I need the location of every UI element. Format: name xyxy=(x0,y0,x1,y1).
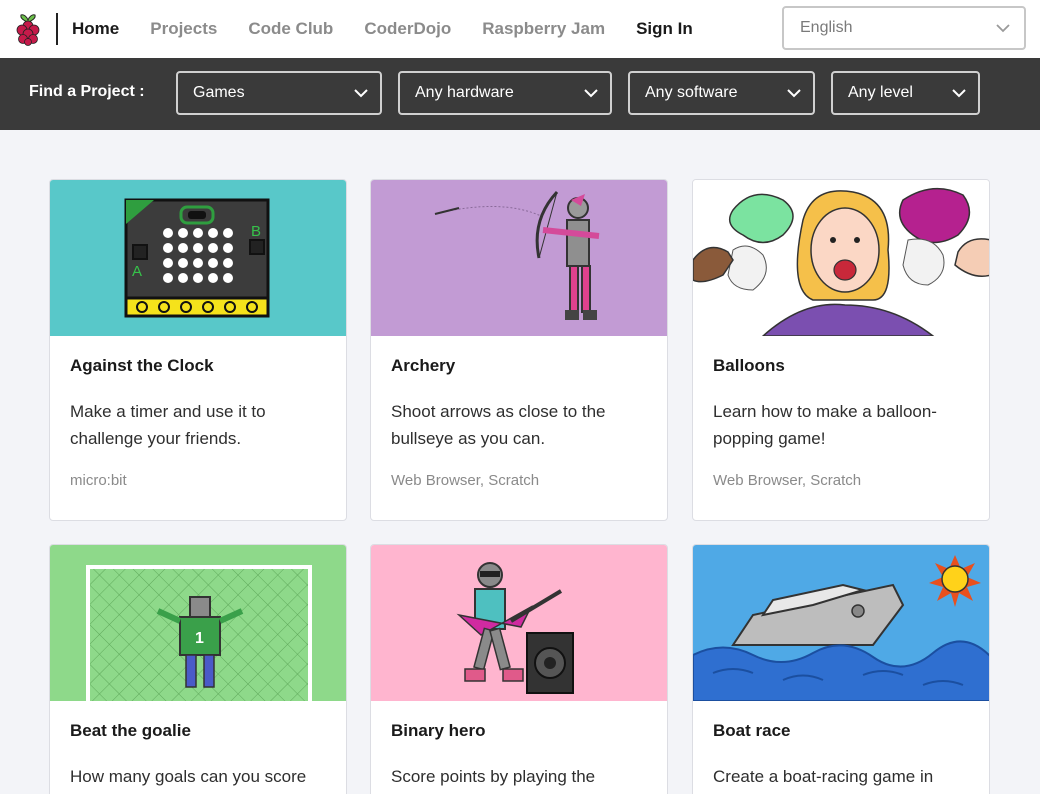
svg-text:B: B xyxy=(251,223,261,240)
binary-hero-thumbnail xyxy=(371,545,667,701)
category-filter-select[interactable]: Games xyxy=(176,71,382,115)
nav-projects-link[interactable]: Projects xyxy=(150,19,217,39)
project-card-archery[interactable]: Archery Shoot arrows as close to the bul… xyxy=(370,179,668,521)
category-filter-value: Games xyxy=(193,84,245,101)
against-the-clock-thumbnail: A B xyxy=(50,180,346,336)
project-card-against-the-clock[interactable]: A B Against the Clock Make a timer and u… xyxy=(49,179,347,521)
find-project-label: Find a Project : xyxy=(29,83,145,100)
project-description: Create a boat-racing game in xyxy=(713,767,934,786)
raspberry-pi-logo[interactable] xyxy=(0,0,56,58)
project-description: Learn how to make a balloon-popping game… xyxy=(713,402,937,448)
filter-bar: Find a Project : Games Any hardware Any … xyxy=(0,58,1040,130)
nav-home-link[interactable]: Home xyxy=(72,19,119,39)
chevron-down-icon xyxy=(584,88,598,98)
nav-raspberry-jam-link[interactable]: Raspberry Jam xyxy=(482,19,605,39)
chevron-down-icon xyxy=(996,23,1010,33)
nav-divider xyxy=(56,13,58,45)
archery-thumbnail xyxy=(371,180,667,336)
project-title[interactable]: Binary hero xyxy=(391,721,647,741)
chevron-down-icon xyxy=(952,88,966,98)
project-tags: micro:bit xyxy=(70,472,127,489)
boat-race-thumbnail xyxy=(693,545,989,701)
project-card-boat-race[interactable]: Boat race Create a boat-racing game in xyxy=(692,544,990,794)
project-description: How many goals can you score xyxy=(70,767,307,786)
level-filter-value: Any level xyxy=(848,84,913,101)
project-title[interactable]: Archery xyxy=(391,356,647,376)
nav-coderdojo-link[interactable]: CoderDojo xyxy=(364,19,451,39)
software-filter-select[interactable]: Any software xyxy=(628,71,815,115)
chevron-down-icon xyxy=(354,88,368,98)
software-filter-value: Any software xyxy=(645,84,738,101)
project-card-beat-the-goalie[interactable]: 1 Beat the goalie How many goals can you… xyxy=(49,544,347,794)
beat-the-goalie-thumbnail: 1 xyxy=(50,545,346,701)
nav-sign-in-link[interactable]: Sign In xyxy=(636,19,693,39)
level-filter-select[interactable]: Any level xyxy=(831,71,980,115)
project-description: Shoot arrows as close to the bullseye as… xyxy=(391,402,606,448)
svg-text:A: A xyxy=(132,263,142,280)
project-tags: Web Browser, Scratch xyxy=(713,472,862,489)
project-description: Score points by playing the xyxy=(391,767,596,786)
balloons-thumbnail xyxy=(693,180,989,336)
nav-code-club-link[interactable]: Code Club xyxy=(248,19,333,39)
project-title[interactable]: Boat race xyxy=(713,721,969,741)
project-card-balloons[interactable]: Balloons Learn how to make a balloon-pop… xyxy=(692,179,990,521)
project-tags: Web Browser, Scratch xyxy=(391,472,540,489)
svg-text:1: 1 xyxy=(195,630,204,647)
project-title[interactable]: Against the Clock xyxy=(70,356,326,376)
project-title[interactable]: Balloons xyxy=(713,356,969,376)
project-description: Make a timer and use it to challenge you… xyxy=(70,402,266,448)
language-select[interactable]: English xyxy=(782,6,1026,50)
project-card-binary-hero[interactable]: Binary hero Score points by playing the xyxy=(370,544,668,794)
chevron-down-icon xyxy=(787,88,801,98)
hardware-filter-value: Any hardware xyxy=(415,84,514,101)
hardware-filter-select[interactable]: Any hardware xyxy=(398,71,612,115)
language-select-value: English xyxy=(800,19,853,36)
project-title[interactable]: Beat the goalie xyxy=(70,721,326,741)
top-navigation: Home Projects Code Club CoderDojo Raspbe… xyxy=(0,0,1040,58)
